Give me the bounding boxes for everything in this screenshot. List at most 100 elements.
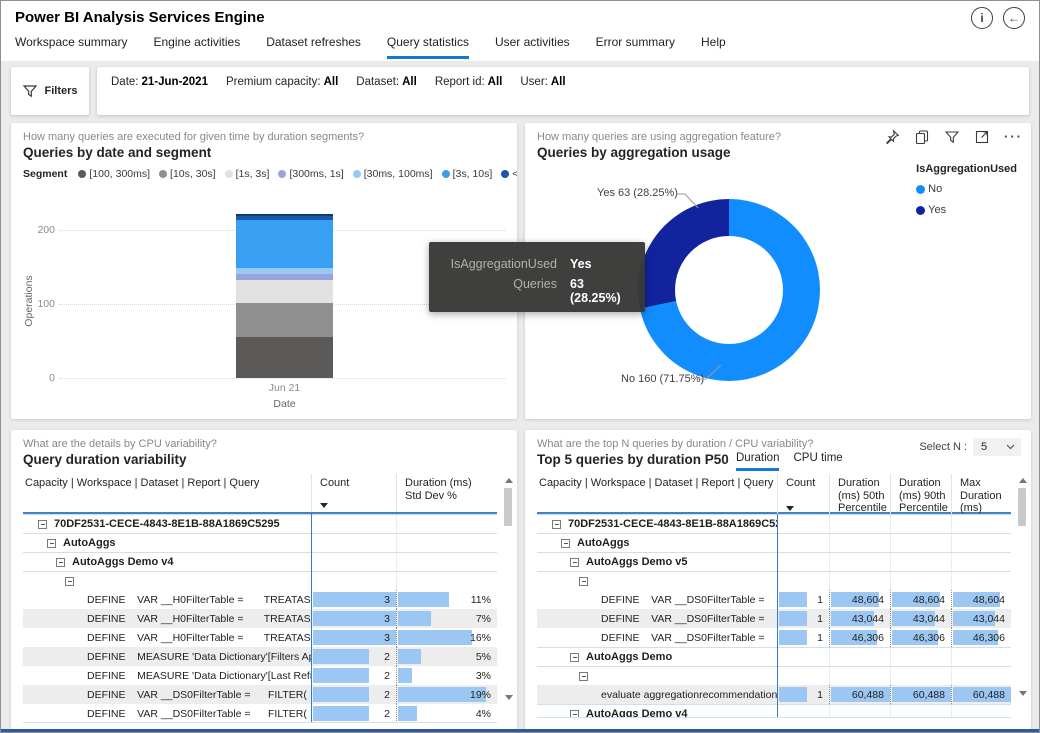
table-row-group[interactable]	[23, 571, 497, 590]
table-row-group[interactable]: 70DF2531-CECE-4843-8E1B-88A1869C5295	[537, 514, 1011, 533]
table-body: 70DF2531-CECE-4843-8E1B-88A1869C5295 Aut…	[537, 514, 1011, 718]
table-row-group[interactable]: 70DF2531-CECE-4843-8E1B-88A1869C5295	[23, 514, 497, 533]
donut-chart[interactable]	[638, 199, 820, 381]
filters-button[interactable]: Filters	[11, 67, 89, 115]
filter-user: User:All	[520, 76, 565, 88]
collapse-icon[interactable]	[65, 577, 74, 586]
filter-icon	[22, 83, 38, 99]
table-row-group[interactable]: AutoAggs Demo	[537, 647, 1011, 666]
collapse-icon[interactable]	[561, 539, 570, 548]
collapse-icon[interactable]	[570, 710, 579, 719]
table-row[interactable]: DEFINE VAR __H0FilterTable = TREATAS({DA…	[23, 590, 497, 609]
vertical-scrollbar[interactable]	[503, 476, 514, 702]
dashboard: Filters Date:21-Jun-2021 Premium capacit…	[1, 61, 1039, 729]
tab-engine-activities[interactable]: Engine activities	[153, 35, 240, 59]
table-row-group[interactable]	[537, 571, 1011, 590]
panel-top-n-queries: What are the top N queries by duration /…	[525, 430, 1031, 733]
table-row-group[interactable]	[537, 666, 1011, 685]
table-row[interactable]: DEFINE MEASURE 'Data Dictionary'[Last Re…	[23, 666, 497, 685]
collapse-icon[interactable]	[579, 577, 588, 586]
collapse-icon[interactable]	[579, 672, 588, 681]
bar-segment-3s-10s[interactable]	[236, 220, 333, 268]
header-count[interactable]: Count	[777, 474, 829, 515]
filter-icon[interactable]	[944, 129, 960, 145]
filter-date: Date:21-Jun-2021	[111, 76, 208, 88]
variability-table: Capacity | Workspace | Dataset | Report …	[23, 474, 497, 723]
collapse-icon[interactable]	[56, 558, 65, 567]
table-row-group[interactable]: AutoAggs	[537, 533, 1011, 552]
table-row[interactable]: DEFINE VAR __H0FilterTable = TREATAS({DA…	[23, 609, 497, 628]
table-row[interactable]: DEFINE VAR __DS0FilterTable = FILTER(...…	[537, 628, 1011, 647]
header-max[interactable]: Max Duration (ms)	[951, 474, 1011, 515]
pin-icon[interactable]	[884, 129, 900, 145]
scroll-up-icon[interactable]	[505, 478, 513, 483]
scroll-down-icon[interactable]	[505, 695, 513, 700]
legend-dot-icon	[916, 206, 925, 215]
collapse-icon[interactable]	[570, 653, 579, 662]
table-row-group[interactable]: AutoAggs Demo v4	[537, 704, 1011, 718]
collapse-icon[interactable]	[38, 520, 47, 529]
scroll-down-icon[interactable]	[1019, 691, 1027, 696]
focus-mode-icon[interactable]	[974, 129, 990, 145]
table-row[interactable]: DEFINE VAR __H0FilterTable = TREATAS({DA…	[23, 628, 497, 647]
tab-help[interactable]: Help	[701, 35, 726, 59]
bar-segment-100-300ms[interactable]	[236, 337, 333, 378]
select-n-label: Select N :	[919, 441, 967, 453]
leader-line-no	[697, 363, 723, 381]
panel-title: Queries by aggregation usage	[537, 145, 1019, 160]
tab-workspace-summary[interactable]: Workspace summary	[15, 35, 127, 59]
table-row[interactable]: DEFINE MEASURE 'Data Dictionary'[Filters…	[23, 647, 497, 666]
stacked-bar-jun21[interactable]	[236, 214, 333, 378]
app-window: Power BI Analysis Services Engine i ← Wo…	[0, 0, 1040, 733]
scrollbar-thumb[interactable]	[1018, 488, 1026, 526]
count-databar	[313, 649, 369, 664]
header-duration-stddev[interactable]: Duration (ms)Std Dev %	[396, 474, 497, 512]
bar-segment-10s-30s[interactable]	[236, 303, 333, 338]
x-tick-jun21: Jun 21	[236, 382, 333, 394]
bar-segment-300ms-1s[interactable]	[236, 274, 333, 281]
legend-item-no[interactable]: No	[916, 183, 1017, 195]
legend-label: Yes	[928, 204, 946, 216]
back-icon[interactable]: ←	[1003, 7, 1025, 29]
tab-error-summary[interactable]: Error summary	[596, 35, 675, 59]
select-n-dropdown[interactable]: 5	[973, 438, 1021, 456]
tab-dataset-refreshes[interactable]: Dataset refreshes	[266, 35, 361, 59]
table-row-group[interactable]: AutoAggs	[23, 533, 497, 552]
copy-icon[interactable]	[914, 129, 930, 145]
count-databar	[313, 706, 369, 721]
scrollbar-thumb[interactable]	[504, 488, 512, 526]
vertical-scrollbar[interactable]	[1017, 476, 1028, 698]
metric-tabs: Duration CPU time	[736, 452, 843, 471]
collapse-icon[interactable]	[47, 539, 56, 548]
y-axis-title: Operations	[23, 261, 35, 341]
count-databar	[779, 592, 807, 607]
window-bottom-border	[1, 729, 1039, 732]
table-row-group[interactable]: AutoAggs Demo v4	[23, 552, 497, 571]
tab-duration[interactable]: Duration	[736, 452, 779, 471]
collapse-icon[interactable]	[552, 520, 561, 529]
leader-line-yes	[675, 189, 701, 211]
legend-item-yes[interactable]: Yes	[916, 204, 1017, 216]
bar-segment-1s-3s[interactable]	[236, 280, 333, 302]
header-hierarchy[interactable]: Capacity | Workspace | Dataset | Report …	[23, 474, 311, 512]
y-tick-0: 0	[25, 372, 55, 384]
scroll-up-icon[interactable]	[1019, 478, 1027, 483]
table-row[interactable]: DEFINE VAR __DS0FilterTable = FILTER( KE…	[23, 685, 497, 704]
header-p90[interactable]: Duration (ms) 90th Percentile	[890, 474, 951, 515]
table-row[interactable]: evaluate aggregationrecommendations(1.0)…	[537, 685, 1011, 704]
table-row[interactable]: DEFINE VAR __DS0FilterTable = FILTER(...…	[537, 609, 1011, 628]
tab-user-activities[interactable]: User activities	[495, 35, 570, 59]
more-options-icon[interactable]: ···	[1004, 132, 1023, 142]
tab-query-statistics[interactable]: Query statistics	[387, 35, 469, 59]
header-count[interactable]: Count	[311, 474, 396, 512]
table-header: Capacity | Workspace | Dataset | Report …	[23, 474, 497, 514]
header-p50[interactable]: Duration (ms) 50th Percentile	[829, 474, 890, 515]
info-icon[interactable]: i	[971, 7, 993, 29]
tab-cpu-time[interactable]: CPU time	[793, 452, 842, 471]
table-row[interactable]: DEFINE VAR __DS0FilterTable = FILTER(...…	[537, 590, 1011, 609]
table-row-group[interactable]: AutoAggs Demo v5	[537, 552, 1011, 571]
collapse-icon[interactable]	[570, 558, 579, 567]
app-header: Power BI Analysis Services Engine i ← Wo…	[1, 1, 1039, 61]
table-row[interactable]: DEFINE VAR __DS0FilterTable = FILTER( KE…	[23, 704, 497, 723]
header-hierarchy[interactable]: Capacity | Workspace | Dataset | Report …	[537, 474, 777, 515]
